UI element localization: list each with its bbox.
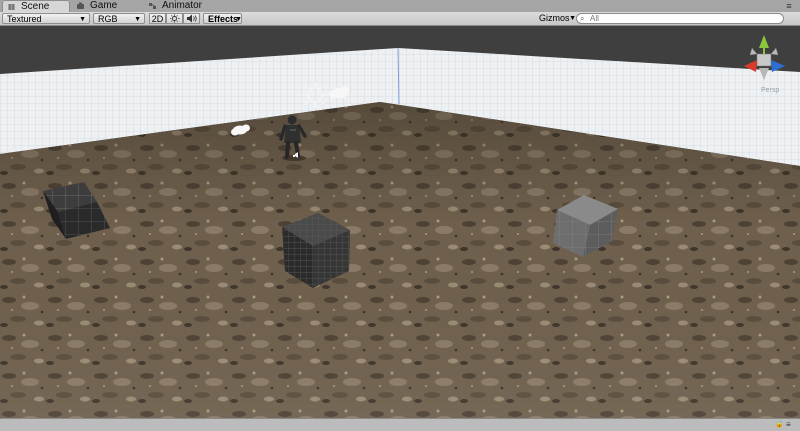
tab-animator[interactable]: Animator: [144, 0, 224, 12]
projection-label[interactable]: Persp: [761, 87, 779, 94]
animator-icon: [149, 3, 156, 9]
tab-game-label: Game: [90, 0, 118, 11]
scene-search-field[interactable]: ⌕: [576, 13, 784, 24]
scene-viewport[interactable]: Persp: [0, 26, 800, 418]
chevron-down-icon: ▼: [134, 16, 141, 23]
color-mode-dropdown[interactable]: RGB ▼: [93, 13, 145, 24]
tab-animator-label: Animator: [162, 0, 203, 11]
scene-toolbar: Textured ▼ RGB ▼ 2D Effects ▼ Gizmos ▼ ⌕: [0, 12, 800, 26]
scene-render: Persp: [0, 26, 800, 418]
tab-scene[interactable]: Scene: [2, 0, 70, 12]
search-icon: ⌕: [580, 14, 585, 23]
chevron-down-icon: ▼: [569, 15, 576, 22]
chevron-down-icon: ▼: [79, 16, 86, 23]
effects-label: Effects: [208, 14, 239, 24]
lighting-toggle-button[interactable]: [166, 13, 183, 24]
tab-options-icon[interactable]: ≡: [782, 1, 796, 11]
render-mode-value: Textured: [7, 14, 42, 24]
sun-icon: [170, 14, 180, 23]
lock-icon[interactable]: 🔒: [775, 421, 784, 428]
audio-toggle-button[interactable]: [183, 13, 200, 24]
game-icon: [77, 2, 84, 9]
menu-lines-icon[interactable]: ≡: [786, 421, 796, 429]
search-input[interactable]: [590, 14, 775, 23]
tab-scene-label: Scene: [21, 1, 50, 12]
gizmos-label: Gizmos: [539, 13, 570, 23]
effects-dropdown[interactable]: Effects ▼: [203, 13, 242, 24]
scene-icon: [8, 4, 15, 10]
chevron-down-icon: ▼: [235, 16, 242, 23]
status-bar: 🔒 ≡: [0, 418, 800, 431]
color-mode-value: RGB: [98, 14, 118, 24]
2d-label: 2D: [151, 14, 164, 24]
gizmos-dropdown[interactable]: Gizmos ▼: [535, 13, 576, 24]
2d-toggle-button[interactable]: 2D: [149, 13, 166, 24]
tab-game[interactable]: Game: [72, 0, 142, 12]
render-mode-dropdown[interactable]: Textured ▼: [2, 13, 90, 24]
speaker-icon: [187, 14, 197, 23]
